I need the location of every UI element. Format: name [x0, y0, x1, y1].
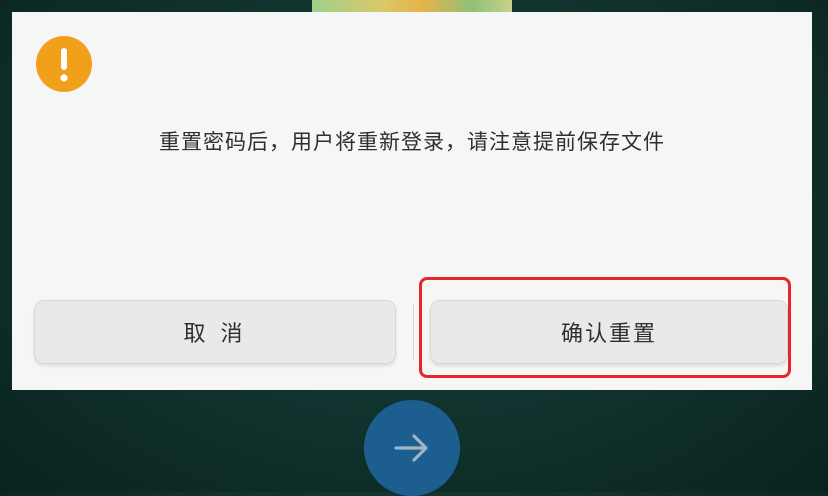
next-arrow-button[interactable] — [364, 400, 460, 496]
confirm-highlight-box — [419, 277, 791, 378]
cancel-button[interactable]: 取 消 — [34, 300, 396, 364]
dialog-message: 重置密码后，用户将重新登录，请注意提前保存文件 — [159, 130, 665, 154]
arrow-right-icon — [394, 434, 428, 462]
reset-password-dialog: 重置密码后，用户将重新登录，请注意提前保存文件 取 消 确认重置 — [12, 12, 812, 390]
warning-icon — [36, 36, 92, 92]
button-divider — [413, 304, 414, 360]
